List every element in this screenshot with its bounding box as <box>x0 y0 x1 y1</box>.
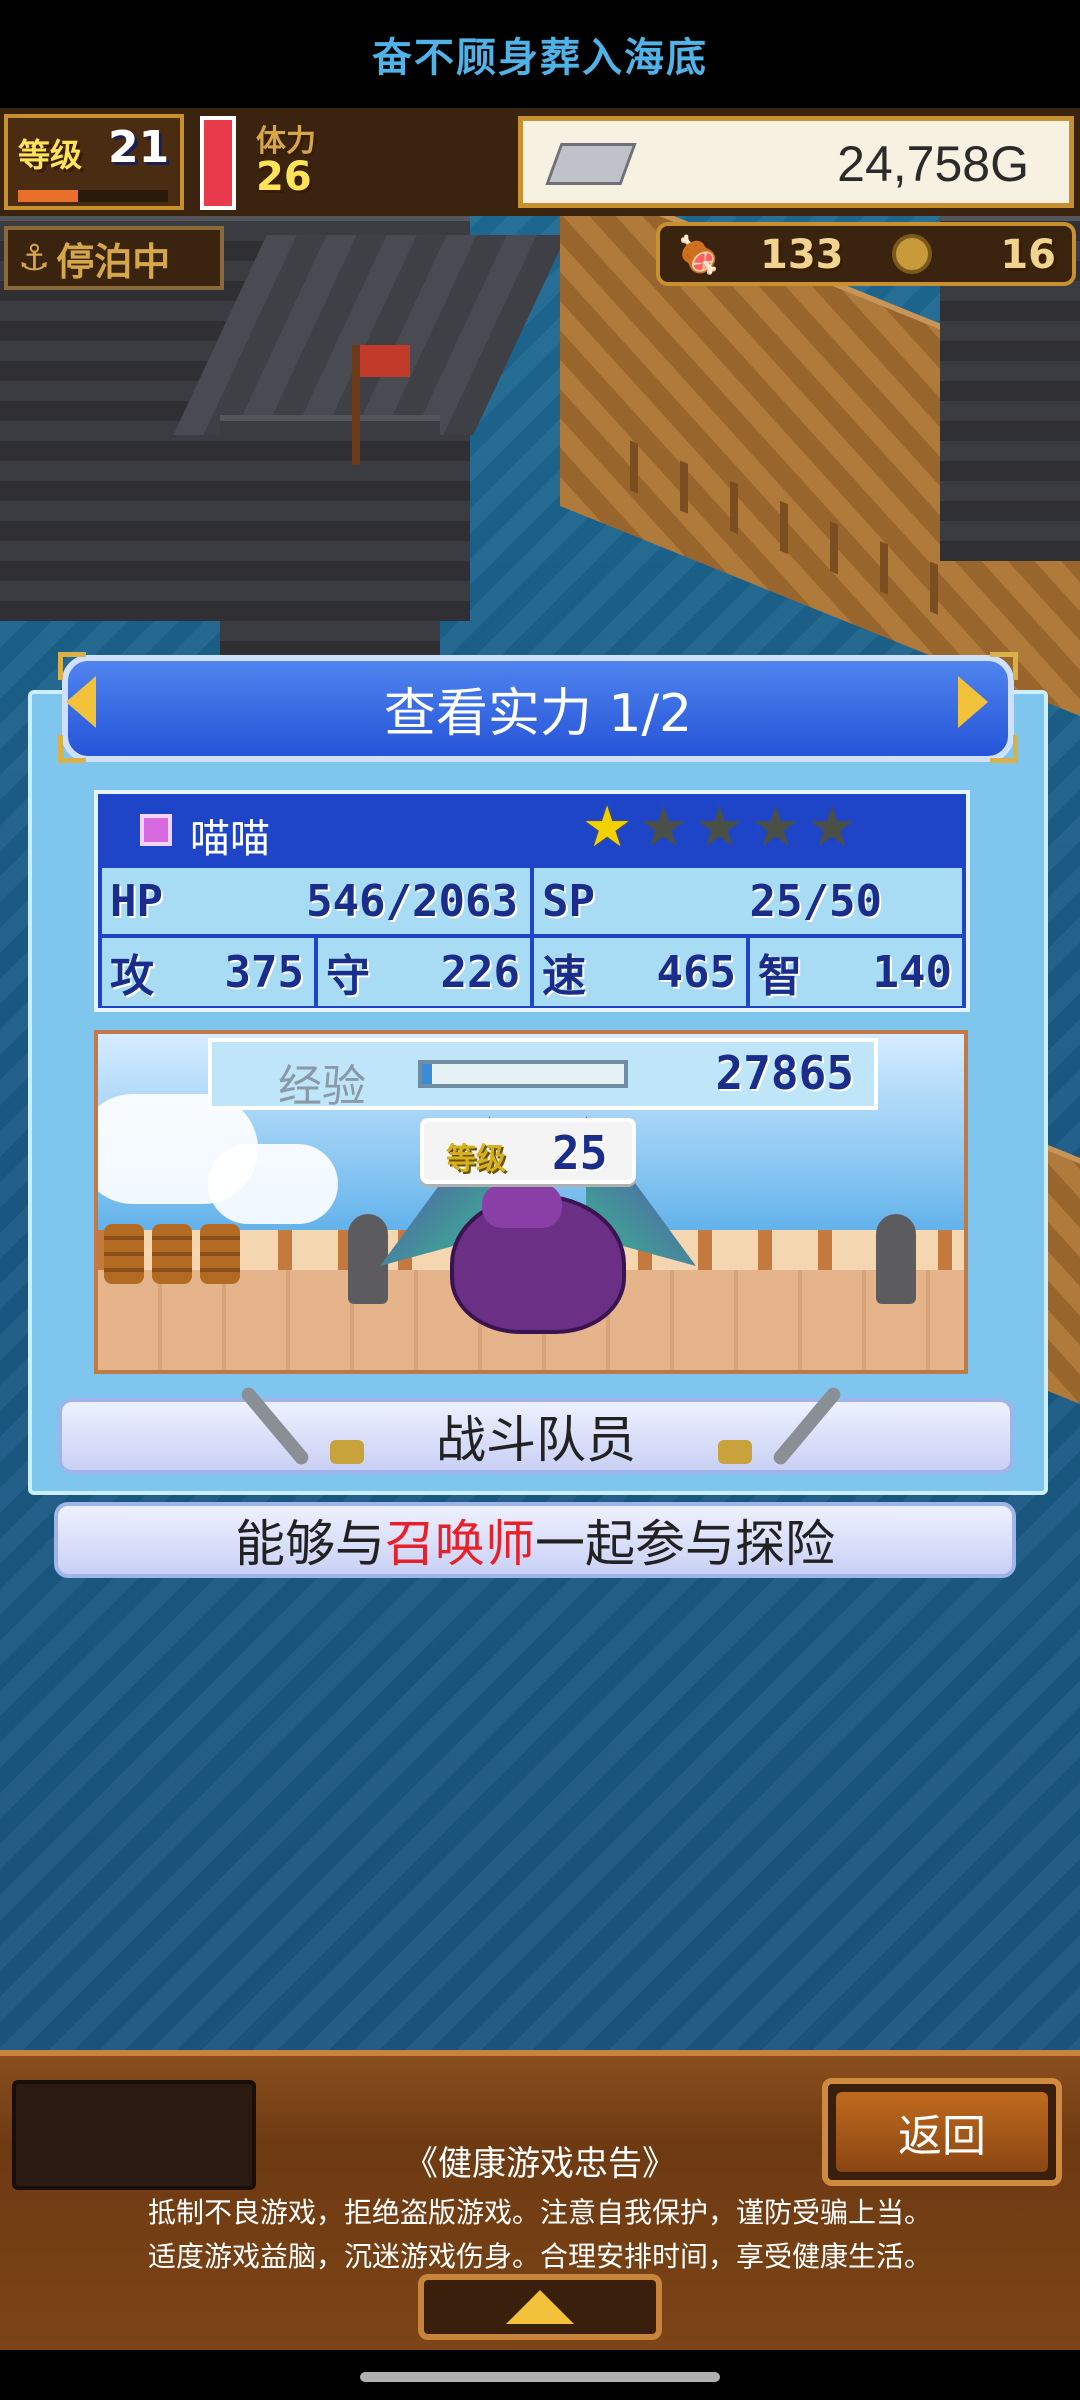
def-value: 226 <box>440 946 520 998</box>
monster-type-icon <box>140 814 172 846</box>
sword-hilt-right-icon <box>718 1440 752 1464</box>
flag-icon <box>360 345 410 377</box>
role-banner: 战斗队员 <box>58 1398 1014 1474</box>
next-arrow-icon[interactable] <box>958 676 988 728</box>
star-empty-icon: ★ <box>638 795 689 860</box>
cannon-icon <box>876 1214 916 1304</box>
app-title: 奋不顾身葬入海底 <box>372 35 708 81</box>
monster-head <box>482 1184 562 1228</box>
def-label: 守 <box>326 951 370 1002</box>
atk-value: 375 <box>224 946 304 998</box>
hp-cell: HP 546/2063 <box>102 868 530 934</box>
level-value: 21 <box>108 122 170 173</box>
description-banner: 能够与 召唤师 一起参与探险 <box>54 1502 1016 1578</box>
system-nav-bar <box>0 2350 1080 2400</box>
level-exp-fill <box>18 190 78 202</box>
spd-value: 465 <box>656 946 736 998</box>
role-text: 战斗队员 <box>436 1411 636 1469</box>
exp-bar-fill <box>422 1064 433 1084</box>
sp-value: 25/50 <box>749 875 882 927</box>
gold-box: 24,758G <box>518 116 1074 208</box>
monster-portrait: 经验 27865 等级 25 <box>94 1030 968 1374</box>
silver-ingot-icon <box>545 143 637 185</box>
star-empty-icon: ★ <box>750 795 801 860</box>
notice-title: 《健康游戏忠告》 <box>404 2144 676 2184</box>
exp-label: 经验 <box>278 1061 366 1112</box>
hp-label: HP <box>110 875 163 927</box>
exp-value: 27865 <box>715 1046 854 1100</box>
cloud <box>208 1144 338 1224</box>
monster-level-label: 等级 <box>446 1142 506 1177</box>
home-indicator[interactable] <box>360 2372 720 2382</box>
notice-line-2: 适度游戏益脑，沉迷游戏伤身。合理安排时间，享受健康生活。 <box>147 2240 932 2273</box>
level-label: 等级 <box>18 136 83 174</box>
medal-count: 16 <box>1000 232 1056 278</box>
header-corner-bl <box>58 735 86 763</box>
sp-label: SP <box>542 875 595 927</box>
app-title-bar: 奋不顾身葬入海底 <box>0 0 1080 108</box>
star-empty-icon: ★ <box>694 795 745 860</box>
description-text-before: 能够与 <box>235 1515 385 1573</box>
exp-panel: 经验 27865 <box>208 1038 878 1112</box>
def-cell: 守 226 <box>318 938 530 1006</box>
sword-hilt-left-icon <box>330 1440 364 1464</box>
atk-label: 攻 <box>110 951 154 1002</box>
anchor-status-badge: ⚓ 停泊中 <box>4 226 224 290</box>
anchor-status-text: 停泊中 <box>56 239 171 284</box>
resource-bar: 🍖 133 16 <box>656 222 1076 286</box>
sp-cell: SP 25/50 <box>534 868 962 934</box>
barrel-icon <box>152 1224 192 1284</box>
monster-level-badge: 等级 25 <box>420 1118 636 1184</box>
int-value: 140 <box>872 946 952 998</box>
description-highlight: 召唤师 <box>385 1515 535 1573</box>
barrel-icon <box>104 1224 144 1284</box>
flag-pole <box>352 345 360 465</box>
stamina-gauge <box>200 116 236 210</box>
medal-icon <box>892 234 932 274</box>
monster-level-value: 25 <box>552 1126 608 1180</box>
level-exp-bar <box>18 190 168 202</box>
up-arrow-icon <box>506 2290 574 2324</box>
footer-panel: 返回 《健康游戏忠告》 抵制不良游戏，拒绝盗版游戏。注意自我保护，谨防受骗上当。… <box>0 2050 1080 2350</box>
monster-stats: 喵喵 ★ ★ ★ ★ ★ HP 546/2063 SP 25/50 攻 375 … <box>94 790 970 1012</box>
spd-cell: 速 465 <box>534 938 746 1006</box>
spd-label: 速 <box>542 951 586 1002</box>
stamina-value: 26 <box>256 154 312 200</box>
int-cell: 智 140 <box>750 938 962 1006</box>
gold-amount: 24,758G <box>837 136 1029 192</box>
cannon-icon <box>348 1214 388 1304</box>
name-row: 喵喵 ★ ★ ★ ★ ★ <box>98 794 966 864</box>
food-count: 133 <box>760 232 844 278</box>
player-level-box: 等级 21 <box>4 114 184 210</box>
prev-arrow-icon[interactable] <box>66 676 96 728</box>
monster-name: 喵喵 <box>190 816 270 862</box>
hp-value: 546/2063 <box>306 875 518 927</box>
star-filled-icon: ★ <box>582 795 633 860</box>
star-empty-icon: ★ <box>806 795 858 860</box>
card-header-title: 查看实力 1/2 <box>383 684 693 744</box>
exp-bar <box>418 1060 628 1088</box>
health-notice: 《健康游戏忠告》 抵制不良游戏，拒绝盗版游戏。注意自我保护，谨防受骗上当。 适度… <box>0 2136 1080 2275</box>
rarity-stars: ★ ★ ★ ★ ★ <box>582 798 857 858</box>
description-text-after: 一起参与探险 <box>535 1515 835 1573</box>
fortress-tower <box>220 415 440 661</box>
header-corner-tr <box>990 652 1018 680</box>
header-corner-br <box>990 735 1018 763</box>
notice-line-1: 抵制不良游戏，拒绝盗版游戏。注意自我保护，谨防受骗上当。 <box>147 2196 932 2229</box>
barrel-icon <box>200 1224 240 1284</box>
status-bar: 等级 21 体力 26 24,758G <box>0 108 1080 216</box>
atk-cell: 攻 375 <box>102 938 314 1006</box>
anchor-icon: ⚓ <box>18 237 51 279</box>
card-header: 查看实力 1/2 <box>62 655 1014 762</box>
expand-button[interactable] <box>418 2274 662 2340</box>
int-label: 智 <box>758 951 802 1002</box>
food-icon: 🍖 <box>676 235 721 276</box>
